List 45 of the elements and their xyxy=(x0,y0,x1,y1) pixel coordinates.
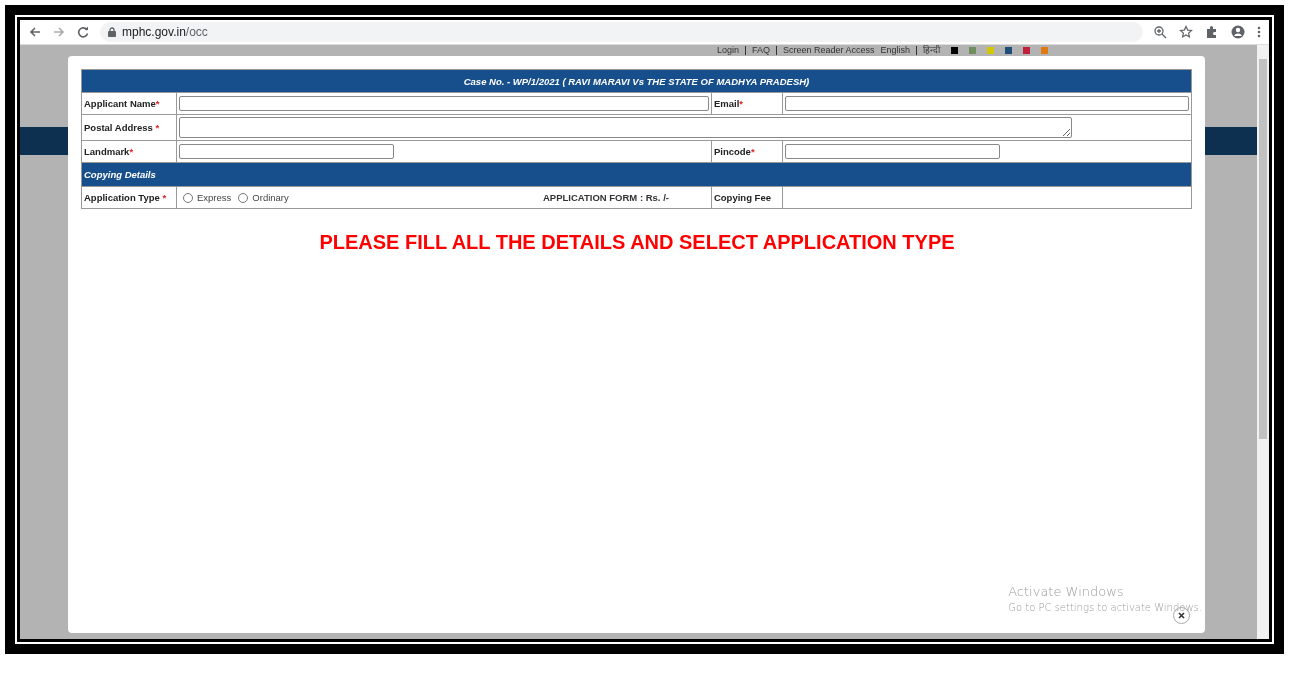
notice-text: Go to PC settings to activate Windows. xyxy=(1008,602,1202,613)
address-bar[interactable]: mphc.gov.in/occ xyxy=(100,22,1143,42)
nav-link[interactable]: Login xyxy=(717,45,740,56)
close-icon xyxy=(1178,612,1185,619)
theme-swatch[interactable] xyxy=(969,47,977,54)
input-field[interactable] xyxy=(179,96,709,111)
form-title: Case No. - WP/1/2021 ( RAVI MARAVI Vs THE STATE OF MADHYA PRADESH) xyxy=(81,69,1192,93)
field-label: Copying Fee xyxy=(711,186,783,209)
field-label: Postal Address * xyxy=(81,114,177,141)
theme-swatch[interactable] xyxy=(987,47,995,54)
url-text: mphc.gov.in/occ xyxy=(122,25,208,39)
zoom-icon[interactable] xyxy=(1153,25,1167,39)
theme-swatch[interactable] xyxy=(1041,47,1049,54)
field-label: Landmark* xyxy=(81,140,177,163)
notice-title: Activate Windows xyxy=(1008,584,1125,599)
menu-icon[interactable] xyxy=(1257,25,1261,39)
input-field[interactable] xyxy=(179,144,394,159)
field-label: Application Type * xyxy=(81,186,177,209)
input-field[interactable] xyxy=(784,96,1189,111)
forward-icon[interactable] xyxy=(52,25,66,39)
theme-swatch[interactable] xyxy=(951,47,959,54)
nav-link[interactable]: Screen Reader Access xyxy=(783,45,875,56)
reload-icon[interactable] xyxy=(76,25,90,39)
option-label[interactable]: Express xyxy=(197,192,232,203)
address-field[interactable] xyxy=(179,117,1072,138)
section-header: Copying Details xyxy=(81,162,1192,187)
field-label: Pincode* xyxy=(711,140,783,163)
profile-icon[interactable] xyxy=(1231,25,1245,39)
lock-icon xyxy=(108,27,116,37)
nav-link[interactable]: FAQ xyxy=(752,45,771,56)
scrollbar[interactable] xyxy=(1257,45,1269,639)
field-label: Applicant Name* xyxy=(81,92,177,115)
validation-message: PLEASE FILL ALL THE DETAILS AND SELECT APPLICATION TYPE xyxy=(318,231,956,254)
scrollbar-thumb[interactable] xyxy=(1259,59,1267,439)
nav-link[interactable]: हिन्दी xyxy=(923,45,941,56)
theme-swatch[interactable] xyxy=(1023,47,1031,54)
option-label[interactable]: Ordinary xyxy=(252,192,289,203)
theme-swatch[interactable] xyxy=(1005,47,1013,54)
fee-text: APPLICATION FORM : Rs. /- xyxy=(543,192,669,203)
puzzle-icon[interactable] xyxy=(1205,25,1219,39)
nav-link[interactable]: English xyxy=(880,45,911,56)
field-label: Email* xyxy=(711,92,783,115)
input-field[interactable] xyxy=(784,144,1000,159)
star-icon[interactable] xyxy=(1179,25,1193,39)
back-icon[interactable] xyxy=(28,25,42,39)
